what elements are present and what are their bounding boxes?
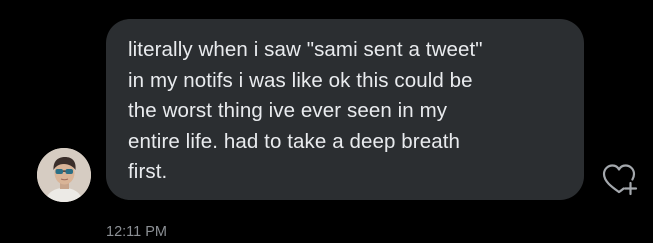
avatar[interactable]: [37, 148, 91, 202]
heart-plus-icon: [602, 164, 638, 196]
person-avatar-icon: [37, 148, 91, 202]
message-text: literally when i saw "sami sent a tweet"…: [128, 38, 483, 183]
message-timestamp: 12:11 PM: [106, 224, 167, 240]
like-button[interactable]: [600, 162, 640, 196]
message-bubble[interactable]: literally when i saw "sami sent a tweet"…: [106, 19, 584, 200]
